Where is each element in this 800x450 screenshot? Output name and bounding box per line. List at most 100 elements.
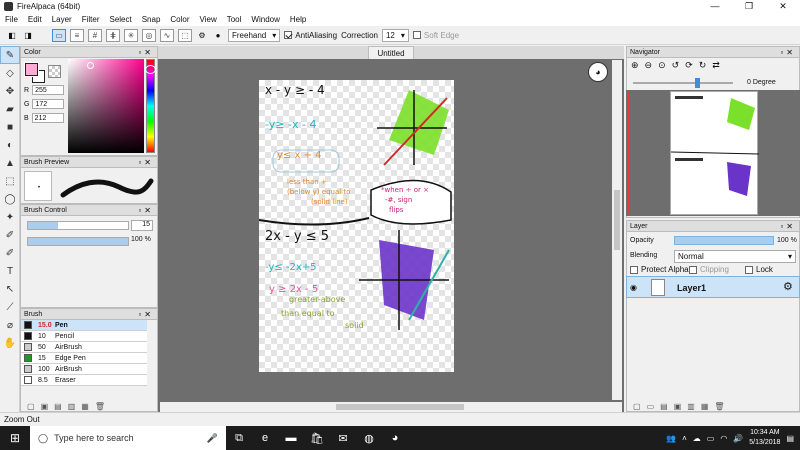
eraser-tool-icon[interactable]: ◇	[0, 64, 20, 82]
task-view-icon[interactable]: ⧉	[226, 426, 252, 450]
new-brush-icon[interactable]: ▢	[27, 402, 35, 411]
brush-list-item[interactable]: 15 Edge Pen	[21, 353, 147, 364]
mail-icon[interactable]: ✉	[330, 426, 356, 450]
menu-edit[interactable]: Edit	[23, 15, 47, 24]
snap-vanishing-button[interactable]: ⋕	[106, 28, 120, 42]
maximize-button[interactable]: ❐	[732, 0, 766, 13]
menu-tool[interactable]: Tool	[222, 15, 247, 24]
panel-controls-icon[interactable]: ▫✕	[138, 310, 154, 319]
snap-off-button[interactable]: ▭	[52, 28, 66, 42]
flip-right-icon[interactable]: ◨	[22, 29, 34, 42]
panel-controls-icon[interactable]: ▫✕	[138, 48, 154, 57]
snap-radial-button[interactable]: ✳	[124, 28, 138, 42]
brush-dot-icon[interactable]: ●	[212, 29, 224, 42]
new-folder-icon[interactable]: ▭	[647, 402, 655, 411]
rotation-slider[interactable]	[633, 82, 733, 84]
brush-list-item[interactable]: 100 AirBrush	[21, 364, 147, 375]
panel-controls-icon[interactable]: ▫✕	[780, 222, 796, 231]
delete-brush-icon[interactable]: 🗑	[95, 402, 105, 411]
soft-edge-checkbox[interactable]: Soft Edge	[412, 31, 459, 40]
battery-icon[interactable]: ▭	[707, 434, 715, 443]
store-icon[interactable]: 🛍	[304, 426, 330, 450]
gradient-tool-icon[interactable]: ◐	[0, 136, 20, 154]
firealpaca-taskbar-icon[interactable]: ◕	[382, 426, 408, 450]
panel-controls-icon[interactable]: ▫✕	[138, 158, 154, 167]
color-picker-handle[interactable]	[87, 62, 94, 69]
rotate-right-icon[interactable]: ↻	[699, 60, 707, 71]
clipping-checkbox[interactable]: Clipping	[689, 265, 729, 274]
brush-list-item[interactable]: 8.5 Eraser	[21, 375, 147, 386]
scroll-thumb[interactable]	[614, 190, 620, 250]
menu-color[interactable]: Color	[165, 15, 194, 24]
clear-layer-icon[interactable]: ▦	[701, 402, 709, 411]
new-layer-icon[interactable]: ▢	[633, 402, 641, 411]
file-explorer-icon[interactable]: ▬	[278, 426, 304, 450]
snap-cross-button[interactable]: #	[88, 28, 102, 42]
wifi-icon[interactable]: ◠	[720, 434, 727, 443]
brush-size-slider[interactable]	[27, 221, 129, 230]
lasso-tool-icon[interactable]: ◯	[0, 190, 20, 208]
rotate-left-icon[interactable]: ↺	[672, 60, 680, 71]
rotate-reset-icon[interactable]: ⟳	[685, 60, 693, 71]
import-brush-icon[interactable]: ▤	[54, 402, 62, 411]
draw-mode-select[interactable]: Freehand ▾	[228, 28, 281, 42]
snap-settings-icon[interactable]: ⚙	[196, 29, 208, 42]
brush-list-item[interactable]: 15.0 Pen	[21, 320, 147, 331]
minimize-button[interactable]: —	[698, 0, 732, 13]
onedrive-icon[interactable]: ☁	[693, 434, 701, 443]
delete-layer-icon[interactable]: 🗑	[714, 402, 724, 411]
hue-handle[interactable]	[145, 65, 156, 74]
people-icon[interactable]: 👥	[666, 434, 676, 443]
import-layer-icon[interactable]: ▤	[660, 402, 668, 411]
move-tool-icon[interactable]: ✥	[0, 82, 20, 100]
layer-row[interactable]: ◉ Layer1 ⚙	[626, 276, 800, 298]
brush-folder-icon[interactable]: ▥	[68, 402, 76, 411]
microphone-icon[interactable]: 🎤	[207, 433, 218, 444]
mascot-icon[interactable]: ◕	[588, 62, 608, 82]
menu-select[interactable]: Select	[104, 15, 136, 24]
fill-tool-icon[interactable]: ■	[0, 118, 20, 136]
menu-snap[interactable]: Snap	[137, 15, 166, 24]
clock[interactable]: 10:34 AM 5/13/2018	[749, 428, 780, 448]
layer-opacity-slider[interactable]	[674, 236, 774, 245]
horizontal-scrollbar[interactable]	[160, 402, 622, 412]
text-tool-icon[interactable]: T	[0, 262, 20, 280]
snap-circle-button[interactable]: ◎	[142, 28, 156, 42]
zoom-in-icon[interactable]: ⊕	[631, 60, 639, 71]
snap-curve-button[interactable]: ∿	[160, 28, 174, 42]
edge-browser-icon[interactable]: e	[252, 426, 278, 450]
flip-icon[interactable]: ⇄	[712, 60, 720, 71]
volume-icon[interactable]: 🔊	[733, 434, 743, 443]
chevron-up-icon[interactable]: ˄	[682, 434, 687, 443]
hand-tool-icon[interactable]: ✋	[0, 334, 20, 352]
brush-opacity-slider[interactable]	[27, 237, 129, 246]
brush-size-value[interactable]: 15	[131, 220, 153, 231]
menu-layer[interactable]: Layer	[47, 15, 77, 24]
correction-select[interactable]: 12 ▾	[381, 28, 409, 42]
chrome-icon[interactable]: ◍	[356, 426, 382, 450]
pen-tool-icon[interactable]: ✎	[0, 46, 20, 64]
divide-tool-icon[interactable]: ⟋	[0, 298, 20, 316]
windows-start-icon[interactable]: ⊞	[0, 426, 30, 450]
vertical-scrollbar[interactable]	[612, 60, 622, 400]
blending-select[interactable]: Normal ▾	[674, 250, 796, 263]
notifications-icon[interactable]: ▤	[786, 434, 794, 443]
drawing-canvas[interactable]: x - y ≥ - 4 -y≥ -x - 4 y≤ x + 4 less tha…	[258, 80, 454, 372]
g-field[interactable]: 172	[32, 99, 65, 109]
transparent-swatch[interactable]	[48, 65, 61, 78]
saturation-value-picker[interactable]	[68, 59, 144, 153]
menu-filter[interactable]: Filter	[77, 15, 105, 24]
tab-untitled[interactable]: Untitled	[368, 46, 414, 59]
select-tool-icon[interactable]: ⬚	[0, 172, 20, 190]
lock-checkbox[interactable]: Lock	[745, 265, 773, 274]
brush-settings-icon[interactable]: ▦	[81, 402, 89, 411]
menu-view[interactable]: View	[195, 15, 222, 24]
flip-left-icon[interactable]: ◧	[6, 29, 18, 42]
magic-wand-icon[interactable]: ✦	[0, 208, 20, 226]
snap-3d-button[interactable]: ⬚	[178, 28, 192, 42]
panel-controls-icon[interactable]: ▫✕	[138, 206, 154, 215]
operation-tool-icon[interactable]: ↖	[0, 280, 20, 298]
foreground-color-swatch[interactable]	[24, 62, 39, 77]
r-field[interactable]: 255	[32, 85, 65, 95]
bucket-tool-icon[interactable]: ▰	[0, 100, 20, 118]
